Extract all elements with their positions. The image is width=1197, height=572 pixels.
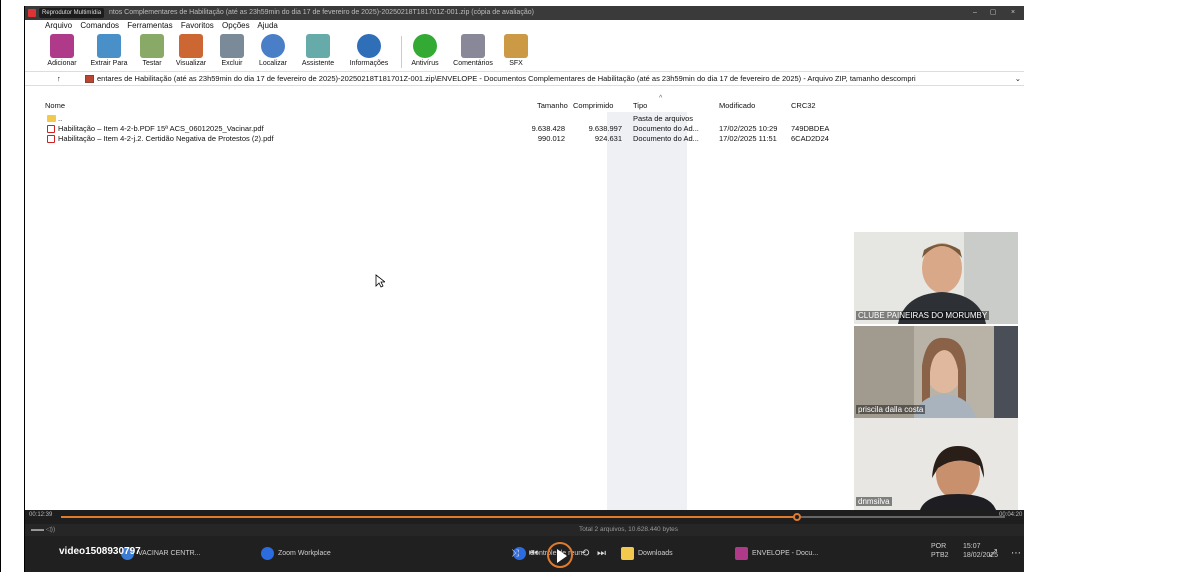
address-dropdown-icon[interactable]: ⌄ <box>1015 72 1021 85</box>
address-path[interactable]: entares de Habilitação (até as 23h59min … <box>97 72 997 85</box>
video-id-label: video1508930797 <box>59 546 141 557</box>
screen-recording-frame: Reprodutor Multimídia ntos Complementare… <box>24 6 1024 572</box>
column-size[interactable]: Tamanho <box>537 100 568 112</box>
taskbar-item-downloads[interactable]: Downloads <box>621 546 673 562</box>
elapsed-time: 00:12:39 <box>29 512 53 518</box>
info-button[interactable]: Informações <box>341 34 397 67</box>
remaining-time: 00:04:20 <box>999 512 1023 518</box>
comments-icon <box>461 34 485 58</box>
participant-video-tile[interactable]: CLUBE PAINEIRAS DO MORUMBY <box>854 232 1018 324</box>
menu-ajuda[interactable]: Ajuda <box>257 21 277 30</box>
close-button[interactable]: × <box>1003 6 1023 20</box>
column-name[interactable]: Nome <box>45 100 65 112</box>
address-bar[interactable]: ↑ entares de Habilitação (até as 23h59mi… <box>25 72 1024 86</box>
archive-summary: Total 2 arquivos, 10.628.440 bytes <box>579 526 679 533</box>
status-row: ▬▬ ◁)) Total 2 arquivos, 10.628.440 byte… <box>25 524 1024 536</box>
sort-arrow-icon: ^ <box>659 95 663 102</box>
column-modified[interactable]: Modificado <box>719 100 755 112</box>
menu-arquivo[interactable]: Arquivo <box>45 21 72 30</box>
folder-icon <box>47 115 56 122</box>
winrar-app-icon <box>28 9 36 17</box>
column-crc[interactable]: CRC32 <box>791 100 816 112</box>
book-icon <box>179 34 203 58</box>
menu-favoritos[interactable]: Favoritos <box>181 21 214 30</box>
menu-ferramentas[interactable]: Ferramentas <box>127 21 172 30</box>
video-seek-bar[interactable]: 00:12:39 00:04:20 <box>25 510 1024 524</box>
input-language[interactable]: POR PTB2 <box>931 542 949 559</box>
volume-indicator[interactable]: ▬▬ ◁)) <box>31 524 55 536</box>
table-row[interactable]: Habilitação – Item 4-2-b.PDF 15ª ACS_060… <box>25 124 829 134</box>
window-title: ntos Complementares de Habilitação (até … <box>109 9 534 16</box>
toolbar-separator <box>401 36 402 68</box>
toolbar: Adicionar Extrair Para Testar Visualizar… <box>25 32 1024 72</box>
up-folder-button[interactable]: ↑ <box>57 72 61 85</box>
test-icon <box>140 34 164 58</box>
menu-bar: Arquivo Comandos Ferramentas Favoritos O… <box>25 20 1024 32</box>
participant-name: dnmsilva <box>856 497 892 506</box>
pdf-icon <box>47 125 55 133</box>
title-bar: Reprodutor Multimídia ntos Complementare… <box>25 6 1024 20</box>
taskbar: VACINAR CENTR... Zoom Workplace Controle… <box>25 536 1024 572</box>
wand-icon <box>306 34 330 58</box>
sorted-column-highlight <box>607 112 687 510</box>
column-packed[interactable]: Comprimido <box>573 100 613 112</box>
archive-add-icon <box>50 34 74 58</box>
menu-opcoes[interactable]: Opções <box>222 21 250 30</box>
pdf-icon <box>47 135 55 143</box>
magnifier-icon <box>261 34 285 58</box>
next-icon[interactable]: ⏭ <box>597 548 606 559</box>
view-button[interactable]: Visualizar <box>169 34 213 67</box>
delete-button[interactable]: Excluir <box>213 34 251 67</box>
play-button[interactable] <box>547 542 573 568</box>
archive-icon <box>85 75 94 83</box>
antivirus-icon <box>413 34 437 58</box>
more-options-icon[interactable]: ⋯ <box>1011 548 1021 559</box>
sfx-button[interactable]: SFX <box>501 34 531 67</box>
maximize-button[interactable]: ▢ <box>983 6 1003 20</box>
folder-icon <box>621 546 634 560</box>
menu-comandos[interactable]: Comandos <box>80 21 119 30</box>
zoom-icon <box>261 546 274 560</box>
folder-extract-icon <box>97 34 121 58</box>
taskbar-item-zoom[interactable]: Zoom Workplace <box>261 546 331 562</box>
mouse-cursor-icon <box>375 274 385 288</box>
find-button[interactable]: Localizar <box>251 34 295 67</box>
table-row[interactable]: Habilitação – Item 4-2-j.2. Certidão Neg… <box>25 134 829 144</box>
participant-video-tile[interactable]: priscila dalla costa <box>854 326 1018 418</box>
media-player-badge: Reprodutor Multimídia <box>39 8 105 18</box>
trash-icon <box>220 34 244 58</box>
winrar-icon <box>735 546 748 560</box>
fullscreen-icon[interactable]: ⤢ <box>989 548 997 559</box>
info-icon <box>357 34 381 58</box>
play-icon <box>557 549 567 563</box>
seek-handle[interactable] <box>793 513 802 521</box>
repeat-icon[interactable]: ⟲ <box>581 548 589 559</box>
antivirus-button[interactable]: Antivírus <box>405 34 445 67</box>
seek-progress <box>61 516 798 518</box>
previous-icon[interactable]: ⏮ <box>529 548 538 559</box>
shuffle-icon[interactable]: ⤨ <box>511 548 519 559</box>
column-type[interactable]: Tipo <box>633 100 647 112</box>
test-button[interactable]: Testar <box>135 34 169 67</box>
table-row[interactable]: .. Pasta de arquivos <box>25 114 825 124</box>
extract-to-button[interactable]: Extrair Para <box>83 34 135 67</box>
wizard-button[interactable]: Assistente <box>295 34 341 67</box>
participant-name: CLUBE PAINEIRAS DO MORUMBY <box>856 311 990 320</box>
add-button[interactable]: Adicionar <box>41 34 83 67</box>
taskbar-item-envelope[interactable]: ENVELOPE - Docu... <box>735 546 818 562</box>
participant-name: priscila dalla costa <box>856 405 926 414</box>
minimize-button[interactable]: – <box>965 6 985 20</box>
comments-button[interactable]: Comentários <box>447 34 499 67</box>
participant-video-tile[interactable]: dnmsilva <box>854 418 1018 510</box>
sfx-icon <box>504 34 528 58</box>
seek-track[interactable] <box>61 513 1005 521</box>
